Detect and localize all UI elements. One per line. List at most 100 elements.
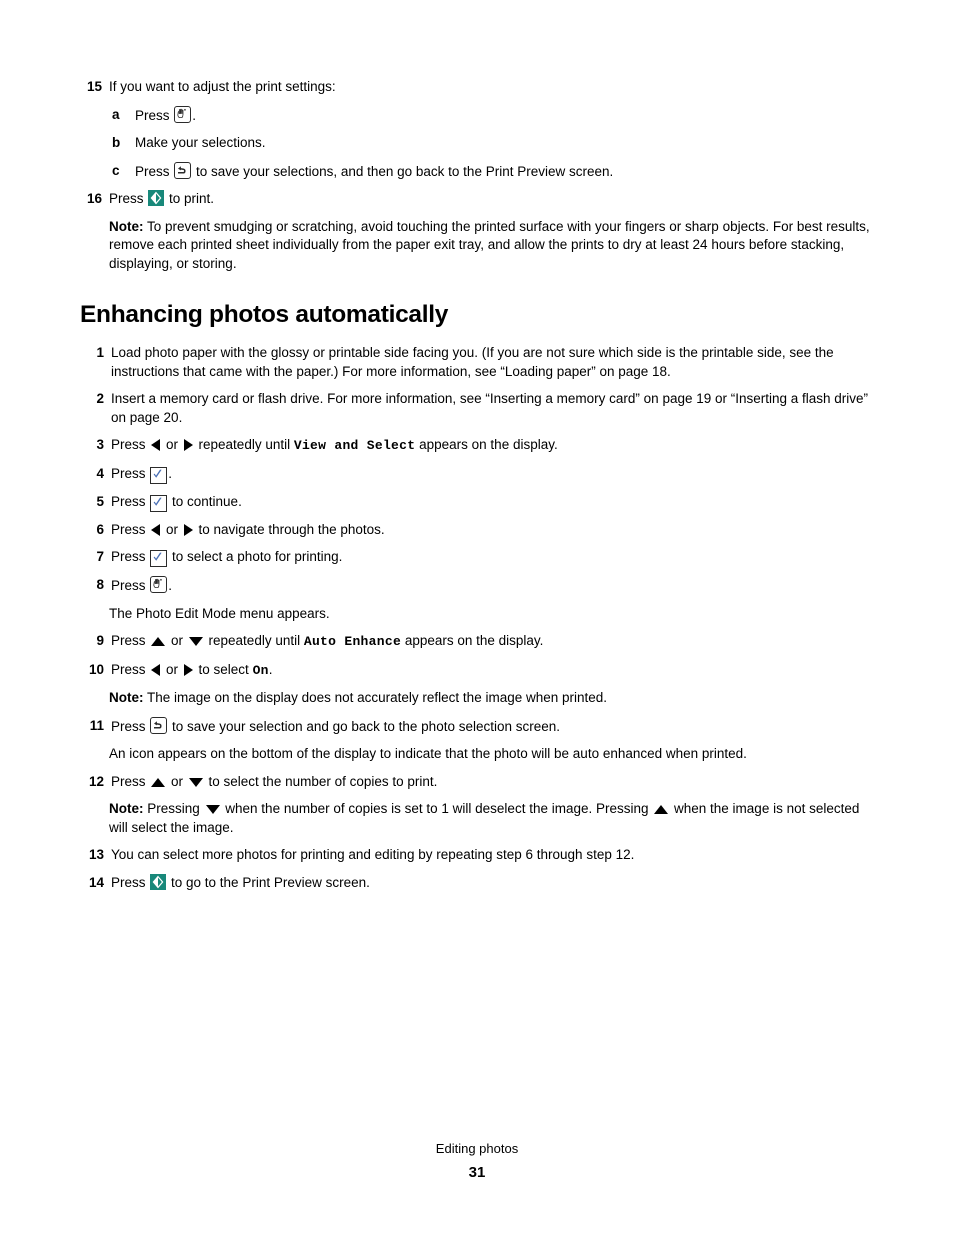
step-text: You can select more photos for printing … — [111, 847, 635, 862]
step-text: Press . — [111, 576, 876, 596]
note-label: Note: — [109, 801, 144, 816]
step-number: 5 — [96, 493, 104, 509]
back-icon[interactable] — [174, 161, 192, 179]
step-number: 1 — [96, 345, 104, 360]
step-text: Press to select a photo for printing. — [111, 548, 876, 567]
right-arrow-icon[interactable] — [183, 523, 193, 536]
section-heading: Enhancing photos automatically — [80, 301, 449, 328]
step-text-part: to select the number of copies to print. — [204, 773, 438, 789]
substep-c: c Press to save your selections, and the… — [112, 161, 876, 182]
left-arrow-icon[interactable] — [151, 439, 161, 451]
display-string: Auto Enhance — [303, 634, 402, 649]
step-16: 16 Press to print. — [80, 190, 876, 209]
step-number: 2 — [96, 391, 104, 406]
step-text: Press to go to the Print Preview screen. — [111, 873, 876, 893]
step-number: 14 — [88, 874, 104, 890]
step-text-part: Press — [111, 718, 150, 734]
note-text: The image on the display does not accura… — [143, 690, 608, 705]
left-arrow-icon[interactable] — [151, 523, 161, 536]
step-text-part: to select a photo for printing. — [168, 549, 343, 564]
step-text-part: to save your selection and go back to th… — [168, 718, 561, 734]
substep-text: Press to save your selections, and then … — [135, 161, 613, 182]
step-text-part: to continue. — [168, 493, 242, 509]
page-number: 31 — [468, 1164, 486, 1181]
step-text-part: . — [168, 578, 173, 593]
document-page: 1 5 If you want to adjust the print setti… — [0, 0, 954, 1235]
menu-icon[interactable] — [174, 105, 192, 123]
step-3: 3 Press or repeatedly until View and Sel… — [80, 436, 876, 456]
step-text: Press to save your selection and go back… — [111, 716, 876, 737]
left-arrow-icon[interactable] — [151, 663, 161, 676]
note-text-part: when the number of copies is set to 1 wi… — [221, 801, 653, 816]
step-text-part: . — [268, 661, 273, 677]
page-content: 1 5 If you want to adjust the print setti… — [80, 78, 876, 901]
step-text-part: to navigate through the photos. — [194, 521, 385, 537]
up-arrow-icon[interactable] — [654, 805, 669, 814]
substep-letter: c — [112, 162, 120, 178]
paragraph-after-step-8: The Photo Edit Mode menu appears. — [109, 605, 330, 621]
select-checkmark-icon[interactable] — [150, 494, 168, 512]
step-text: Press or to select the number of copies … — [111, 773, 876, 792]
print-select-icon[interactable] — [150, 873, 167, 890]
step-number: 13 — [88, 847, 104, 862]
substep-a: a Press . — [112, 105, 876, 126]
step-12: 12 Press or to select the number of copi… — [80, 773, 876, 792]
step-text-part: Press — [111, 437, 150, 452]
step-number: 12 — [88, 773, 104, 789]
step-number: 9 — [96, 633, 104, 648]
step-5: 5 Press to continue. — [80, 493, 876, 512]
step-text-part: repeatedly until — [194, 437, 294, 452]
substep-letter: a — [112, 106, 120, 122]
step-text-part: Press — [111, 874, 150, 890]
step-text-part: Press — [111, 493, 150, 509]
down-arrow-icon[interactable] — [188, 777, 203, 787]
paragraph-after-step-11: An icon appears on the bottom of the dis… — [109, 746, 747, 761]
substep-text: Press . — [135, 105, 197, 126]
down-arrow-icon[interactable] — [188, 637, 203, 646]
up-arrow-icon[interactable] — [151, 637, 166, 646]
step-text: Load photo paper with the glossy or prin… — [111, 345, 834, 379]
display-string: On — [252, 662, 269, 678]
note-display-accuracy: Note: The image on the display does not … — [109, 689, 876, 708]
step-text-part: to go to the Print Preview screen. — [167, 874, 370, 890]
select-checkmark-icon[interactable] — [150, 550, 168, 567]
procedure-list: 1 Load photo paper with the glossy or pr… — [80, 344, 876, 892]
display-string: View and Select — [293, 438, 416, 453]
step-text-pre: Press — [109, 191, 148, 206]
print-select-icon[interactable] — [148, 190, 165, 206]
step-number: 8 — [96, 577, 104, 592]
step-number: 10 — [88, 661, 104, 677]
back-icon[interactable] — [150, 716, 168, 734]
step-text-part: or — [162, 661, 182, 677]
substep-text-post: . — [192, 107, 197, 123]
step-text-part: repeatedly until — [204, 633, 304, 648]
step-6: 6 Press or to navigate through the photo… — [80, 521, 876, 540]
down-arrow-icon[interactable] — [205, 805, 220, 814]
step-text-part: or — [162, 521, 182, 537]
step-text-post: to print. — [165, 191, 215, 206]
note-text: To prevent smudging or scratching, avoid… — [109, 218, 870, 271]
step-14: 14 Press to go to the Print Preview scre… — [80, 873, 876, 893]
select-checkmark-icon[interactable] — [150, 466, 168, 484]
step-15: 15 If you want to adjust the print setti… — [80, 78, 876, 97]
menu-icon[interactable] — [150, 576, 168, 593]
step-number: 11 — [89, 717, 104, 733]
step-number: 4 — [96, 465, 104, 481]
substep-letter: b — [112, 135, 121, 150]
step-text: Press or to navigate through the photos. — [111, 521, 876, 540]
step-text: Insert a memory card or flash drive. For… — [111, 391, 869, 425]
step-8: 8 Press . — [80, 576, 876, 596]
page-footer: Editing photos 31 — [0, 1140, 954, 1184]
step-13: 13 You can select more photos for printi… — [80, 846, 876, 865]
footer-section-label: Editing photos — [435, 1141, 519, 1156]
right-arrow-icon[interactable] — [183, 439, 193, 451]
step-text: If you want to adjust the print settings… — [109, 79, 336, 94]
step-text: Press or to select On. — [111, 661, 876, 681]
right-arrow-icon[interactable] — [183, 663, 193, 676]
substep-b: b Make your selections. — [112, 134, 876, 153]
step-1: 1 Load photo paper with the glossy or pr… — [80, 344, 876, 381]
step-text: Press or repeatedly until Auto Enhance a… — [111, 632, 876, 652]
step-text: Press or repeatedly until View and Selec… — [111, 436, 876, 456]
note-printing: Note: To prevent smudging or scratching,… — [109, 218, 876, 274]
up-arrow-icon[interactable] — [151, 777, 166, 787]
